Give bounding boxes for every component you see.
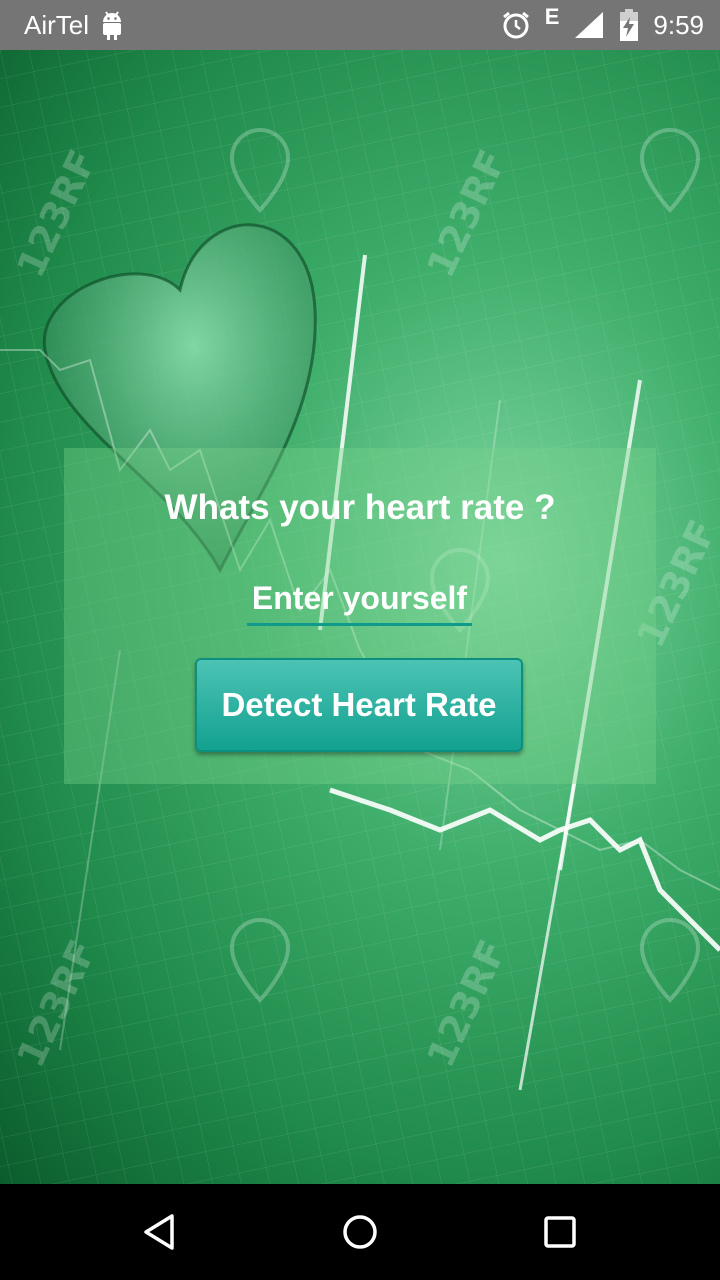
- detect-heart-rate-button[interactable]: Detect Heart Rate: [195, 658, 523, 752]
- recent-apps-icon[interactable]: [540, 1212, 580, 1252]
- clock-time: 9:59: [653, 9, 704, 40]
- back-icon[interactable]: [140, 1212, 180, 1252]
- home-icon[interactable]: [340, 1212, 380, 1252]
- navigation-bar: [0, 1184, 720, 1280]
- alarm-icon: [502, 11, 529, 39]
- network-type: E: [544, 4, 560, 29]
- battery-charging-icon: [620, 9, 639, 41]
- signal-icon: [575, 12, 604, 38]
- status-bar: AirTel E 9:59: [0, 0, 720, 50]
- heart-rate-input[interactable]: [247, 574, 472, 626]
- heart-rate-card: Whats your heart rate ? Detect Heart Rat…: [64, 448, 656, 784]
- android-icon: [103, 11, 122, 40]
- carrier-name: AirTel: [24, 9, 90, 40]
- question-heading: Whats your heart rate ?: [164, 488, 556, 527]
